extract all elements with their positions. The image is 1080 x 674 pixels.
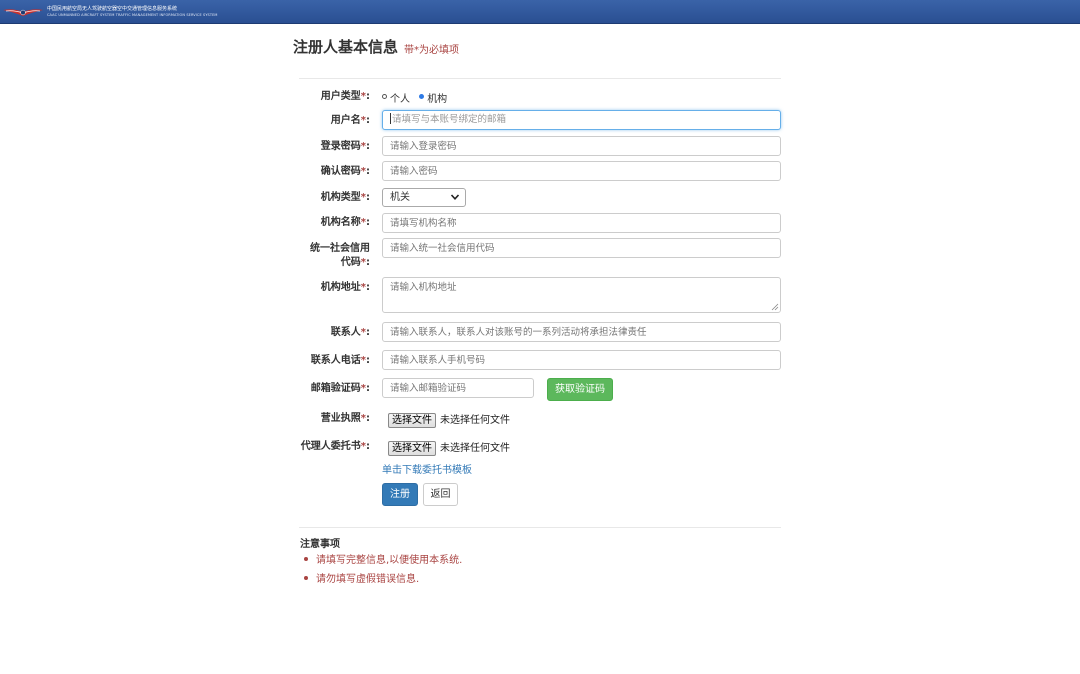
page-title: 注册人基本信息 (293, 38, 399, 56)
user-type-radio-group: 个人 机构 (382, 90, 447, 105)
download-template-link[interactable]: 单击下载委托书模板 (382, 461, 472, 476)
radio-organization[interactable]: 机构 (419, 94, 447, 105)
password-input[interactable] (382, 136, 781, 156)
credit-code-label: 统一社会信用 代码*: (310, 243, 370, 268)
resize-handle-icon[interactable] (771, 303, 779, 311)
radio-checked-icon[interactable] (419, 94, 425, 99)
back-button[interactable]: 返回 (423, 483, 458, 506)
page-subtitle: 带*为必填项 (404, 45, 459, 56)
bullet-icon (304, 557, 308, 561)
get-verification-code-button[interactable]: 获取验证码 (547, 378, 613, 401)
chevron-down-icon (450, 194, 460, 200)
org-name-input[interactable] (382, 213, 781, 233)
business-license-file-status: 未选择任何文件 (440, 415, 510, 426)
system-name-en: CAAC UNMANNED AIRCRAFT SYSTEM TRAFFIC MA… (47, 13, 218, 17)
org-type-label: 机构类型*: (320, 192, 370, 203)
top-header-bar: 中国民用航空局无人驾驶航空器空中交通管理信息服务系统 CAAC UNMANNED… (0, 0, 1080, 24)
divider-bottom (299, 527, 781, 528)
power-of-attorney-choose-file-button[interactable]: 选择文件 (388, 441, 436, 456)
caac-logo-icon (3, 9, 43, 16)
email-code-label: 邮箱验证码*: (310, 383, 370, 394)
radio-personal[interactable]: 个人 (382, 94, 410, 105)
user-type-label: 用户类型*: (320, 91, 370, 102)
confirm-password-label: 确认密码*: (320, 166, 370, 177)
power-of-attorney-label: 代理人委托书*: (300, 441, 370, 452)
business-license-choose-file-button[interactable]: 选择文件 (388, 413, 436, 428)
radio-unchecked-icon[interactable] (382, 94, 387, 99)
username-label: 用户名*: (330, 115, 370, 126)
org-address-label: 机构地址*: (320, 282, 370, 293)
power-of-attorney-file-status: 未选择任何文件 (440, 443, 510, 454)
org-name-label: 机构名称*: (320, 217, 370, 228)
system-name-cn: 中国民用航空局无人驾驶航空器空中交通管理信息服务系统 (47, 6, 178, 12)
credit-code-input[interactable] (382, 238, 781, 258)
confirm-password-input[interactable] (382, 161, 781, 181)
bullet-icon (304, 576, 308, 580)
note-item: 请填写完整信息,以便使用本系统. (304, 551, 462, 566)
divider-top (299, 78, 781, 79)
text-caret (390, 113, 391, 124)
business-license-label: 营业执照*: (320, 413, 370, 424)
note-item: 请勿填写虚假错误信息. (304, 570, 419, 585)
contact-label: 联系人*: (330, 327, 370, 338)
password-label: 登录密码*: (320, 141, 370, 152)
org-address-textarea[interactable] (382, 277, 781, 313)
contact-input[interactable] (382, 322, 781, 342)
contact-phone-label: 联系人电话*: (310, 355, 370, 366)
org-type-select[interactable]: 机关 (382, 188, 466, 207)
contact-phone-input[interactable] (382, 350, 781, 370)
username-input[interactable]: 请填写与本账号绑定的邮箱 (382, 110, 781, 130)
register-button[interactable]: 注册 (382, 483, 418, 506)
notes-title: 注意事项 (300, 539, 340, 550)
email-code-input[interactable] (382, 378, 534, 398)
